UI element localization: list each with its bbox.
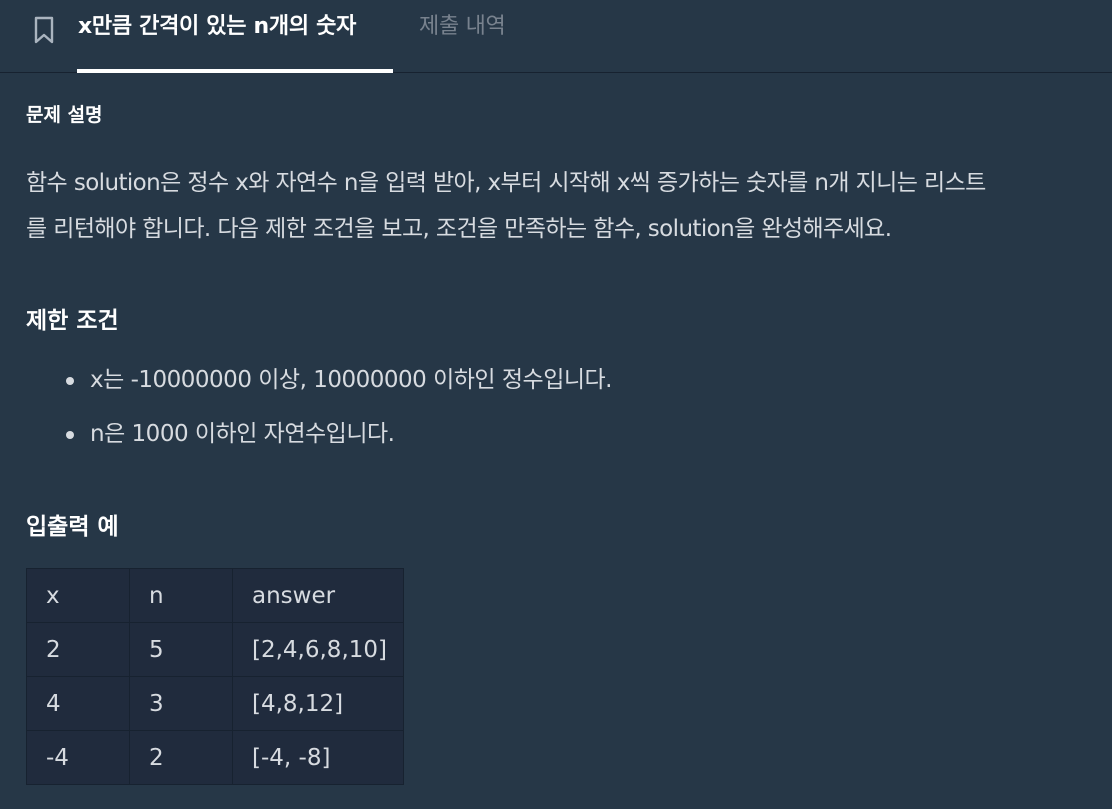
table-header-row: x n answer (26, 568, 404, 623)
cell-x: 2 (26, 622, 130, 677)
cell-answer: [4,8,12] (232, 676, 404, 731)
description-line: 함수 solution은 정수 x와 자연수 n을 입력 받아, x부터 시작해… (26, 170, 986, 196)
active-tab-indicator (77, 69, 393, 73)
section-label-problem: 문제 설명 (26, 104, 103, 126)
bookmark-icon[interactable] (33, 16, 55, 44)
cell-n: 2 (129, 730, 233, 785)
constraint-item: n은 1000 이하인 자연수입니다. (66, 417, 612, 471)
table-row: 4 3 [4,8,12] (26, 676, 404, 731)
tab-bar: x만큼 간격이 있는 n개의 숫자 제출 내역 (0, 0, 1112, 73)
problem-description: 함수 solution은 정수 x와 자연수 n을 입력 받아, x부터 시작해… (26, 160, 1106, 252)
io-example-table: x n answer 2 5 [2,4,6,8,10] 4 3 [4,8,12]… (26, 568, 404, 785)
description-line: 를 리턴해야 합니다. 다음 제한 조건을 보고, 조건을 만족하는 함수, s… (26, 216, 892, 242)
cell-x: -4 (26, 730, 130, 785)
io-example-heading: 입출력 예 (26, 514, 119, 540)
column-header-answer: answer (232, 568, 404, 623)
cell-answer: [-4, -8] (232, 730, 404, 785)
constraint-item: x는 -10000000 이상, 10000000 이하인 정수입니다. (66, 363, 612, 417)
table-row: 2 5 [2,4,6,8,10] (26, 622, 404, 677)
tab-submission-history[interactable]: 제출 내역 (419, 12, 506, 42)
constraints-list: x는 -10000000 이상, 10000000 이하인 정수입니다. n은 … (66, 363, 612, 471)
cell-answer: [2,4,6,8,10] (232, 622, 404, 677)
table-row: -4 2 [-4, -8] (26, 730, 404, 785)
tab-problem[interactable]: x만큼 간격이 있는 n개의 숫자 (78, 12, 356, 42)
cell-n: 3 (129, 676, 233, 731)
column-header-n: n (129, 568, 233, 623)
column-header-x: x (26, 568, 130, 623)
constraints-heading: 제한 조건 (26, 308, 119, 334)
cell-x: 4 (26, 676, 130, 731)
cell-n: 5 (129, 622, 233, 677)
